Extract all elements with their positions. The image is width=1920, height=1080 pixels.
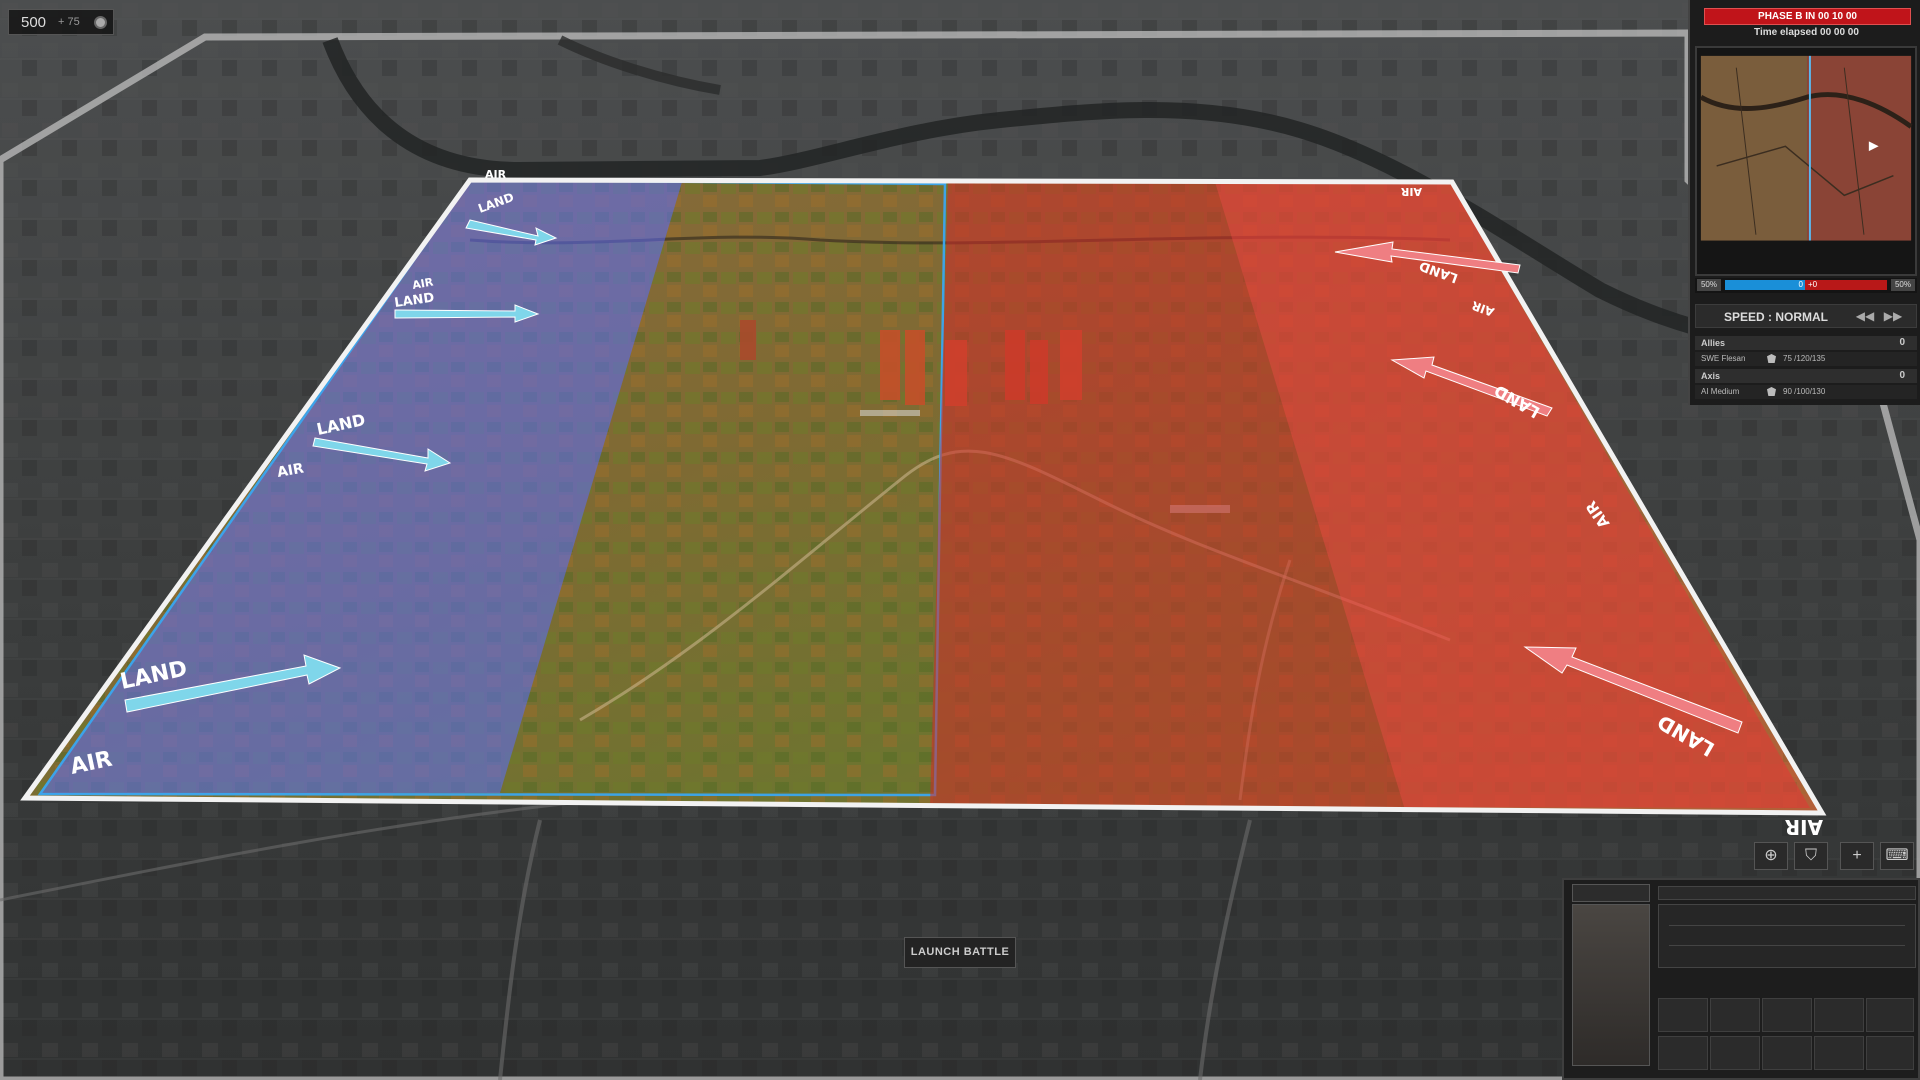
faster-button[interactable]: ▶▶ bbox=[1882, 308, 1904, 324]
unit-slot[interactable] bbox=[1710, 1036, 1760, 1070]
unit-slots bbox=[1658, 998, 1914, 1072]
crosshair-icon[interactable]: ⊕ bbox=[1754, 842, 1788, 870]
team-score: 0 bbox=[1899, 370, 1905, 381]
keyboard-icon[interactable]: ⌨ bbox=[1880, 842, 1914, 870]
unit-slot[interactable] bbox=[1814, 1036, 1864, 1070]
unit-slot[interactable] bbox=[1762, 998, 1812, 1032]
requisition-value: 500 bbox=[21, 13, 47, 31]
requisition-income: + 75 bbox=[58, 16, 80, 28]
team-name: Allies bbox=[1701, 338, 1726, 348]
division-icon bbox=[1767, 387, 1776, 396]
time-elapsed: Time elapsed 00 00 00 bbox=[1754, 27, 1859, 38]
right-hud-panel: PHASE B IN 00 10 00 Time elapsed 00 00 0… bbox=[1688, 0, 1920, 405]
player-points: 90 /100/130 bbox=[1783, 387, 1826, 396]
division-icon bbox=[1767, 354, 1776, 363]
requisition-points: 500 + 75 bbox=[8, 9, 114, 35]
unit-slot[interactable] bbox=[1658, 1036, 1708, 1070]
coin-icon bbox=[94, 15, 107, 29]
unit-portrait bbox=[1572, 904, 1650, 1066]
player-name: SWE Flesan bbox=[1701, 354, 1746, 363]
unit-name-bar bbox=[1572, 884, 1650, 902]
team-score: 0 bbox=[1899, 337, 1905, 348]
unit-slot[interactable] bbox=[1710, 998, 1760, 1032]
speed-label: SPEED : NORMAL bbox=[1724, 310, 1829, 324]
plus-icon[interactable]: + bbox=[1840, 842, 1874, 870]
unit-status-bar bbox=[1658, 886, 1916, 900]
game-speed-control: SPEED : NORMAL ◀◀ ▶▶ bbox=[1695, 304, 1917, 328]
bottom-toolbar: ⊕ ⛉ + ⌨ bbox=[1754, 840, 1920, 874]
phase-banner: PHASE B IN 00 10 00 bbox=[1704, 8, 1911, 25]
unit-slot[interactable] bbox=[1866, 1036, 1914, 1070]
unit-slot[interactable] bbox=[1762, 1036, 1812, 1070]
player-points: 75 /120/135 bbox=[1783, 354, 1826, 363]
unit-slot[interactable] bbox=[1658, 998, 1708, 1032]
player-row[interactable]: AI Medium 90 /100/130 bbox=[1695, 385, 1917, 399]
unit-slot[interactable] bbox=[1814, 998, 1864, 1032]
unit-info-panel bbox=[1562, 878, 1920, 1080]
air-label: AIR bbox=[1400, 185, 1422, 198]
player-row[interactable]: SWE Flesan 75 /120/135 bbox=[1695, 352, 1917, 366]
axis-percentage: 50% bbox=[1891, 279, 1915, 291]
team-row-axis: Axis 0 bbox=[1695, 369, 1917, 383]
unit-stats bbox=[1658, 904, 1916, 968]
axis-ratio-fill: +0 bbox=[1805, 280, 1887, 290]
team-row-allies: Allies 0 bbox=[1695, 336, 1917, 350]
air-label: AIR bbox=[1785, 815, 1823, 839]
launch-battle-button[interactable]: LAUNCH BATTLE bbox=[904, 937, 1016, 968]
allies-percentage: 50% bbox=[1697, 279, 1721, 291]
team-name: Axis bbox=[1701, 371, 1721, 381]
shield-icon[interactable]: ⛉ bbox=[1794, 842, 1828, 870]
air-label: AIR bbox=[485, 168, 507, 181]
slower-button[interactable]: ◀◀ bbox=[1854, 308, 1876, 324]
unit-slot[interactable] bbox=[1866, 998, 1914, 1032]
allies-ratio-fill: 0 bbox=[1725, 280, 1805, 290]
player-name: AI Medium bbox=[1701, 387, 1740, 396]
force-ratio-bar: 50% 0 +0 50% bbox=[1695, 278, 1917, 293]
minimap[interactable] bbox=[1695, 46, 1917, 276]
